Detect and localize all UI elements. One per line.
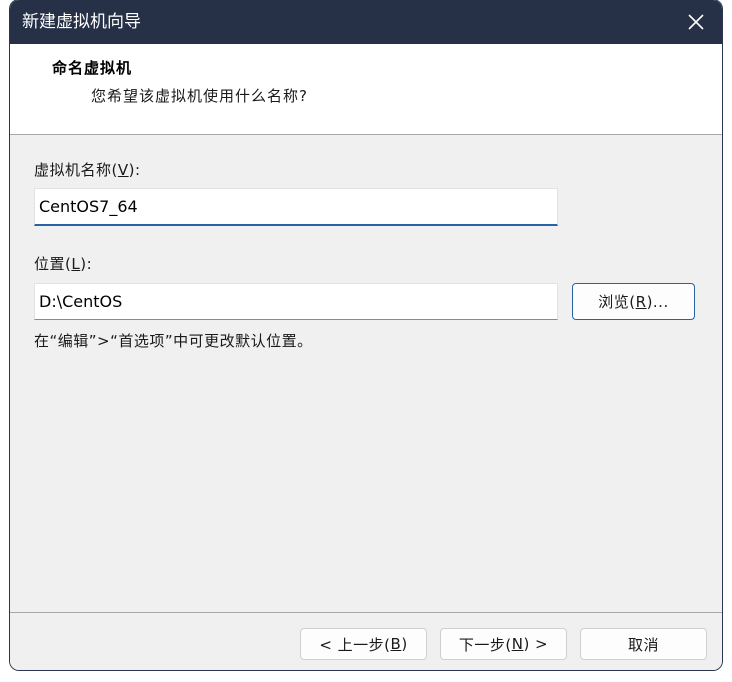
location-label-accel: L [71, 255, 81, 273]
location-input[interactable]: D:\CentOS [34, 283, 558, 320]
wizard-footer: < 上一步(B) 下一步(N) > 取消 [10, 612, 722, 670]
browse-label: 浏览( [598, 293, 636, 311]
back-label: < 上一步( [319, 635, 391, 654]
next-button[interactable]: 下一步(N) > [440, 628, 567, 660]
header-subtitle: 您希望该虚拟机使用什么名称? [91, 87, 308, 105]
back-accel: B [390, 635, 402, 653]
close-button[interactable] [670, 0, 722, 44]
cancel-label: 取消 [627, 635, 659, 654]
window-title: 新建虚拟机向导 [22, 12, 141, 32]
location-label-text: 位置( [34, 255, 72, 273]
browse-button[interactable]: 浏览(R)... [572, 283, 695, 320]
next-label: 下一步( [458, 635, 512, 654]
vm-name-label-text: 虚拟机名称( [34, 161, 118, 179]
back-suffix: ) [401, 635, 408, 653]
vm-name-value: CentOS7_64 [39, 197, 138, 216]
next-accel: N [511, 635, 524, 653]
vm-name-label: 虚拟机名称(V): [34, 160, 141, 180]
wizard-header: 命名虚拟机 您希望该虚拟机使用什么名称? [10, 44, 722, 135]
location-hint: 在“编辑”>“首选项”中可更改默认位置。 [34, 332, 313, 350]
title-bar[interactable]: 新建虚拟机向导 [10, 0, 722, 44]
cancel-button[interactable]: 取消 [580, 628, 707, 660]
header-title: 命名虚拟机 [52, 59, 133, 77]
next-suffix: ) > [523, 635, 549, 653]
vm-name-label-suffix: ): [128, 161, 141, 179]
location-value: D:\CentOS [39, 292, 123, 311]
vm-name-label-accel: V [117, 161, 129, 179]
browse-accel: R [635, 292, 647, 311]
new-vm-wizard-window: 新建虚拟机向导 命名虚拟机 您希望该虚拟机使用什么名称? 虚拟机名称(V): C… [10, 0, 722, 670]
close-icon [688, 14, 704, 30]
back-button[interactable]: < 上一步(B) [300, 628, 427, 660]
vm-name-input[interactable]: CentOS7_64 [34, 188, 558, 226]
location-label-suffix: ): [80, 255, 93, 273]
browse-suffix: )... [646, 292, 669, 311]
location-label: 位置(L): [34, 254, 92, 274]
